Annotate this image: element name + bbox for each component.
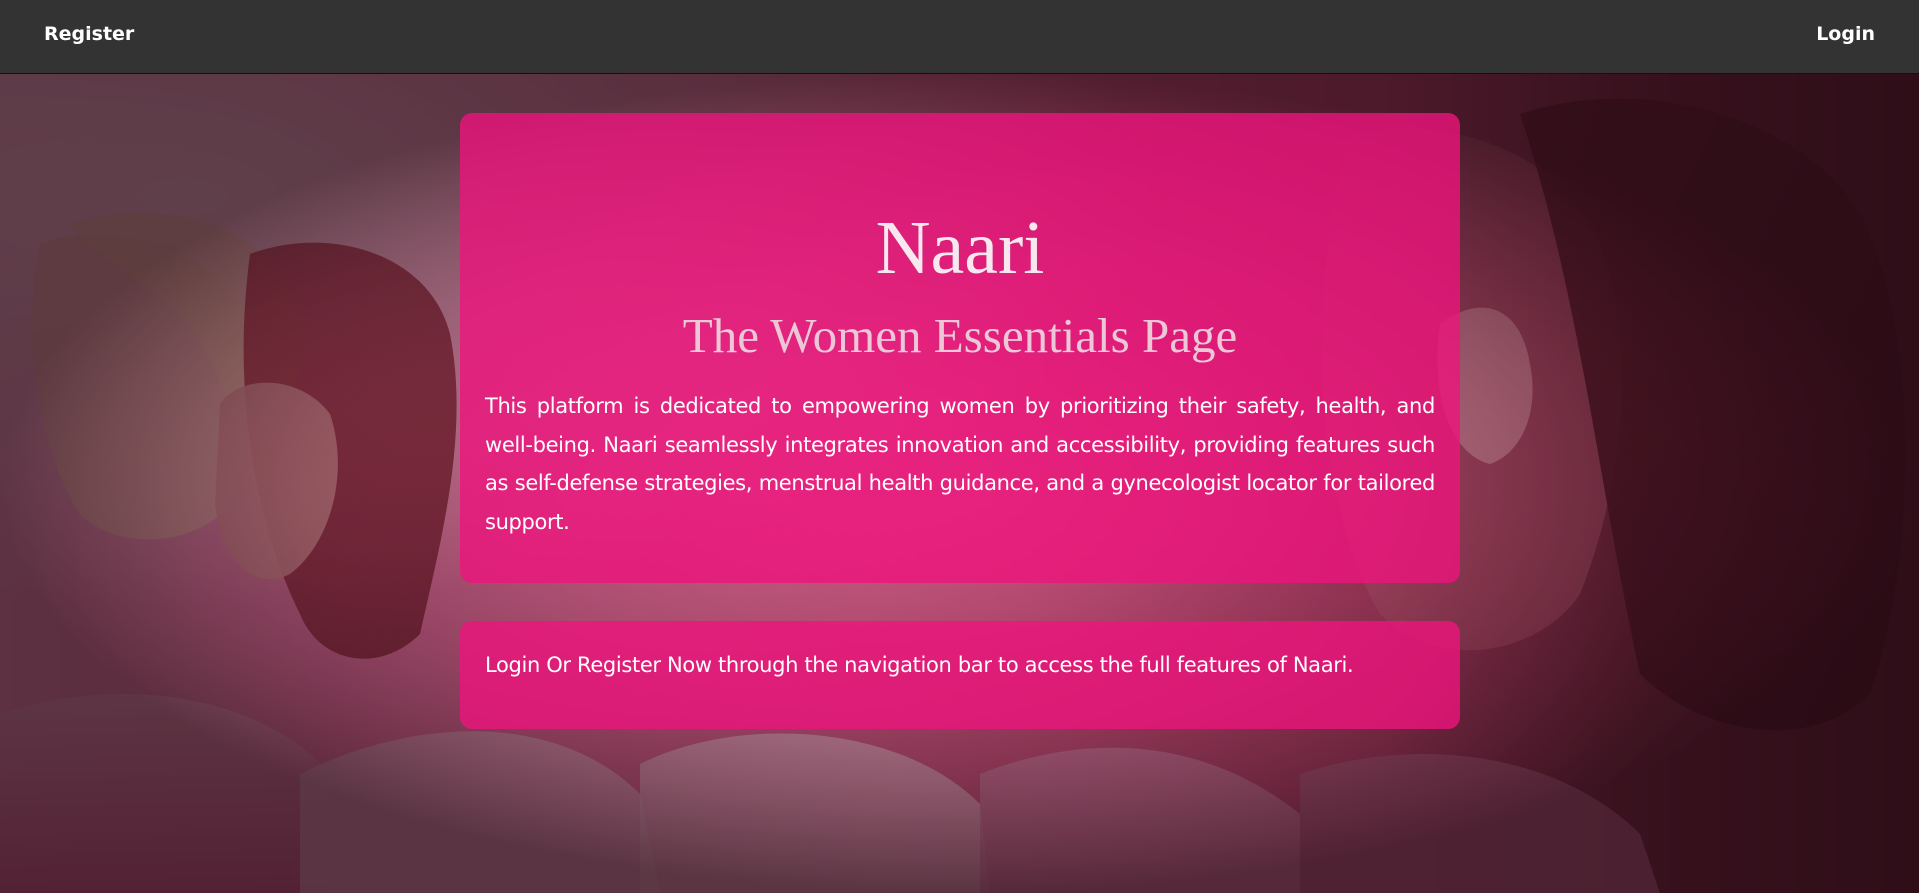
site-title: Naari — [875, 206, 1045, 290]
cta-message: Login Or Register Now through the naviga… — [485, 653, 1354, 677]
top-navbar: Register Login — [0, 0, 1919, 74]
intro-description: This platform is dedicated to empowering… — [485, 394, 1435, 534]
login-link[interactable]: Login — [1816, 22, 1875, 46]
intro-card: Naari The Women Essentials Page This pla… — [460, 113, 1460, 583]
site-subtitle: The Women Essentials Page — [682, 308, 1238, 363]
register-link[interactable]: Register — [44, 22, 134, 46]
cta-card: Login Or Register Now through the naviga… — [460, 621, 1460, 729]
hero-section: Naari The Women Essentials Page This pla… — [0, 74, 1919, 893]
